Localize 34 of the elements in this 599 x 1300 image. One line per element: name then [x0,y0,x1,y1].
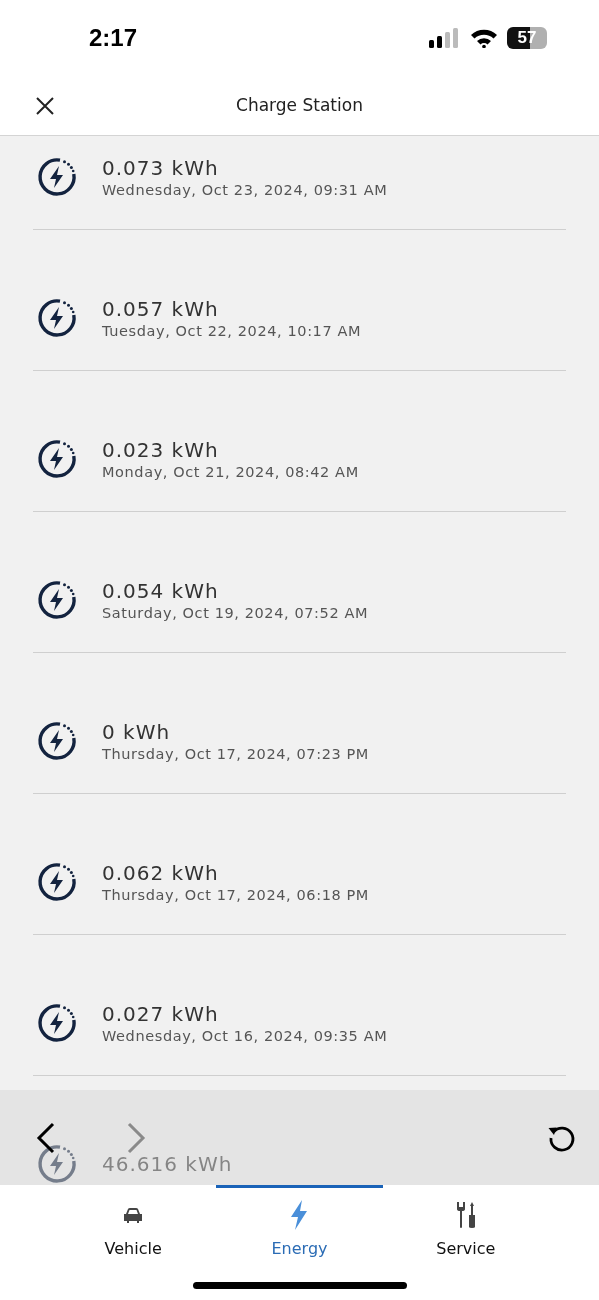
energy-amount: 0.062 kWh [102,861,220,885]
charging-icon [36,438,78,480]
charging-icon [36,720,78,762]
screen-title: Charge Station [236,95,363,115]
nav-tab[interactable]: Vehicle [50,1185,217,1261]
charging-icon [36,861,78,903]
energy-amount: 0.023 kWh [102,438,220,462]
session-date: Saturday, Oct 19, 2024, 07:52 AM [102,605,369,621]
charging-icon [36,297,78,339]
back-icon[interactable] [36,1121,56,1154]
close-icon[interactable] [36,97,54,115]
energy-amount: 0.027 kWh [102,1002,220,1026]
energy-amount: 0.073 kWh [102,156,220,180]
session-date: Wednesday, Oct 23, 2024, 09:31 AM [102,182,388,198]
lightning-icon [290,1200,309,1230]
status-time: 2:17 [89,23,138,52]
charging-icon [36,156,78,198]
nav-tab[interactable]: Service [382,1185,549,1261]
session-date: Monday, Oct 21, 2024, 08:42 AM [102,464,359,480]
energy-amount: 0 kWh [102,720,172,744]
energy-amount: 0.054 kWh [102,579,220,603]
session-date: Thursday, Oct 17, 2024, 06:18 PM [102,887,369,903]
session-date: Wednesday, Oct 16, 2024, 09:35 AM [102,1028,388,1044]
session-date: Tuesday, Oct 22, 2024, 10:17 AM [102,323,362,339]
charging-icon [36,1143,78,1185]
energy-amount: 46.616 kWh [102,1152,233,1176]
charging-icon [36,579,78,621]
session-date: Thursday, Oct 17, 2024, 07:23 PM [102,746,369,762]
tools-icon [454,1200,477,1230]
energy-amount: 0.057 kWh [102,297,220,321]
wifi-icon [470,27,498,48]
charging-icon [36,1002,78,1044]
nav-tab[interactable]: Energy [216,1185,383,1261]
signal-icon [429,27,461,48]
